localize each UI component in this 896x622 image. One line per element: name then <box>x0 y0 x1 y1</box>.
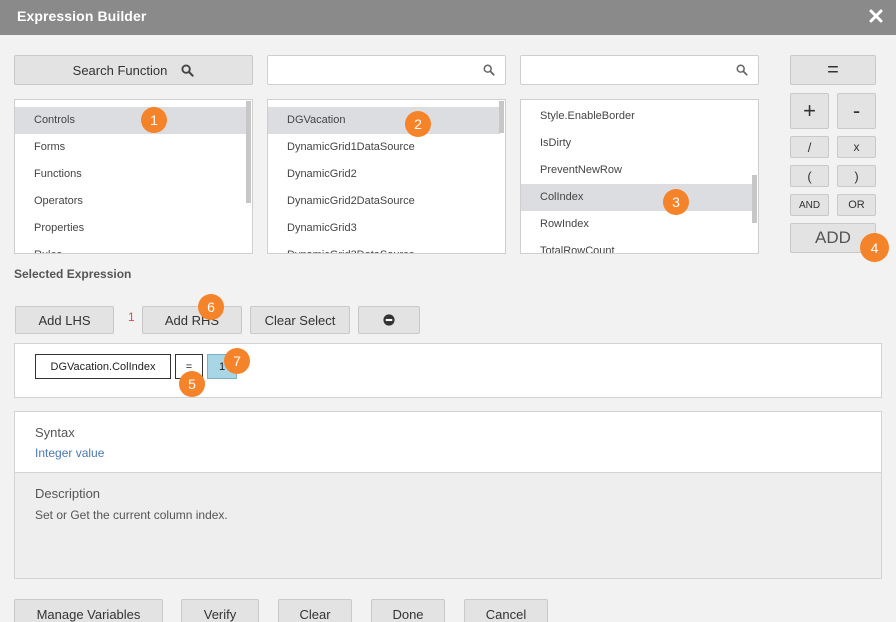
list-item[interactable]: Rules <box>15 242 247 253</box>
equals-button[interactable]: = <box>790 55 876 85</box>
list-item[interactable]: Forms <box>15 134 247 161</box>
close-icon[interactable] <box>868 8 884 24</box>
list-item[interactable]: DynamicGrid1DataSource <box>268 134 500 161</box>
list-item[interactable]: PreventNewRow <box>521 157 753 184</box>
multiply-button[interactable]: x <box>837 136 876 158</box>
search-function-button[interactable]: Search Function <box>14 55 253 85</box>
annotation-badge: 4 <box>860 233 889 262</box>
list-item[interactable]: TotalRowCount <box>521 238 753 253</box>
annotation-badge: 7 <box>224 348 250 374</box>
list-item[interactable]: DynamicGrid3 <box>268 215 500 242</box>
controls-list[interactable]: DGVacation DynamicGrid1DataSource Dynami… <box>267 99 506 254</box>
title-bar: Expression Builder <box>0 0 896 35</box>
list-item[interactable]: Operators <box>15 188 247 215</box>
list-item[interactable]: IsDirty <box>521 130 753 157</box>
annotation-badge: 6 <box>198 294 224 320</box>
syntax-heading: Syntax <box>35 425 75 440</box>
expression-area[interactable]: DGVacation.ColIndex = 1 <box>14 343 882 398</box>
minus-circle-icon <box>383 314 395 326</box>
add-rhs-button[interactable]: Add RHS <box>142 306 242 334</box>
list-item[interactable]: DynamicGrid2DataSource <box>268 188 500 215</box>
lhs-count: 1 <box>128 310 135 324</box>
list-item[interactable]: ColIndex <box>521 184 753 211</box>
lhs-token[interactable]: DGVacation.ColIndex <box>35 354 171 379</box>
search-icon <box>181 63 194 77</box>
list-item[interactable]: Functions <box>15 161 247 188</box>
list-item[interactable]: DGVacation <box>268 107 500 134</box>
list-item[interactable]: RowIndex <box>521 211 753 238</box>
scrollbar[interactable] <box>246 101 251 203</box>
search-function-label: Search Function <box>72 62 168 78</box>
properties-search-input[interactable] <box>520 55 759 85</box>
plus-button[interactable]: + <box>790 93 829 129</box>
description-heading: Description <box>35 486 101 501</box>
manage-variables-button[interactable]: Manage Variables <box>14 599 163 622</box>
controls-search-input[interactable] <box>267 55 506 85</box>
search-icon <box>483 64 495 76</box>
done-button[interactable]: Done <box>371 599 445 622</box>
list-item[interactable]: Properties <box>15 215 247 242</box>
annotation-badge: 1 <box>141 107 167 133</box>
or-button[interactable]: OR <box>837 194 876 216</box>
list-item[interactable]: Style.EnableBorder <box>521 103 753 130</box>
window-title: Expression Builder <box>17 8 147 24</box>
search-icon <box>736 64 748 76</box>
verify-button[interactable]: Verify <box>181 599 259 622</box>
clear-button[interactable]: Clear <box>278 599 352 622</box>
open-paren-button[interactable]: ( <box>790 165 829 187</box>
minus-button[interactable]: - <box>837 93 876 129</box>
help-panel: Syntax Integer value Description Set or … <box>14 411 882 579</box>
scrollbar[interactable] <box>499 101 504 133</box>
list-item[interactable]: DynamicGrid2 <box>268 161 500 188</box>
and-button[interactable]: AND <box>790 194 829 216</box>
syntax-value: Integer value <box>35 446 105 460</box>
add-lhs-button[interactable]: Add LHS <box>15 306 114 334</box>
clear-select-button[interactable]: Clear Select <box>250 306 350 334</box>
annotation-badge: 5 <box>179 371 205 397</box>
scrollbar[interactable] <box>752 175 757 223</box>
properties-list[interactable]: Style.EnableBorder IsDirty PreventNewRow… <box>520 99 759 254</box>
annotation-badge: 2 <box>405 111 431 137</box>
remove-button[interactable] <box>358 306 420 334</box>
list-item[interactable]: Controls <box>15 107 247 134</box>
close-paren-button[interactable]: ) <box>837 165 876 187</box>
description-text: Set or Get the current column index. <box>35 508 228 522</box>
divide-button[interactable]: / <box>790 136 829 158</box>
selected-expression-label: Selected Expression <box>14 267 132 281</box>
annotation-badge: 3 <box>663 189 689 215</box>
description-section: Description Set or Get the current colum… <box>15 472 881 578</box>
cancel-button[interactable]: Cancel <box>464 599 548 622</box>
list-item[interactable]: DynamicGrid3DataSource <box>268 242 500 253</box>
category-list[interactable]: Controls Forms Functions Operators Prope… <box>14 99 253 254</box>
